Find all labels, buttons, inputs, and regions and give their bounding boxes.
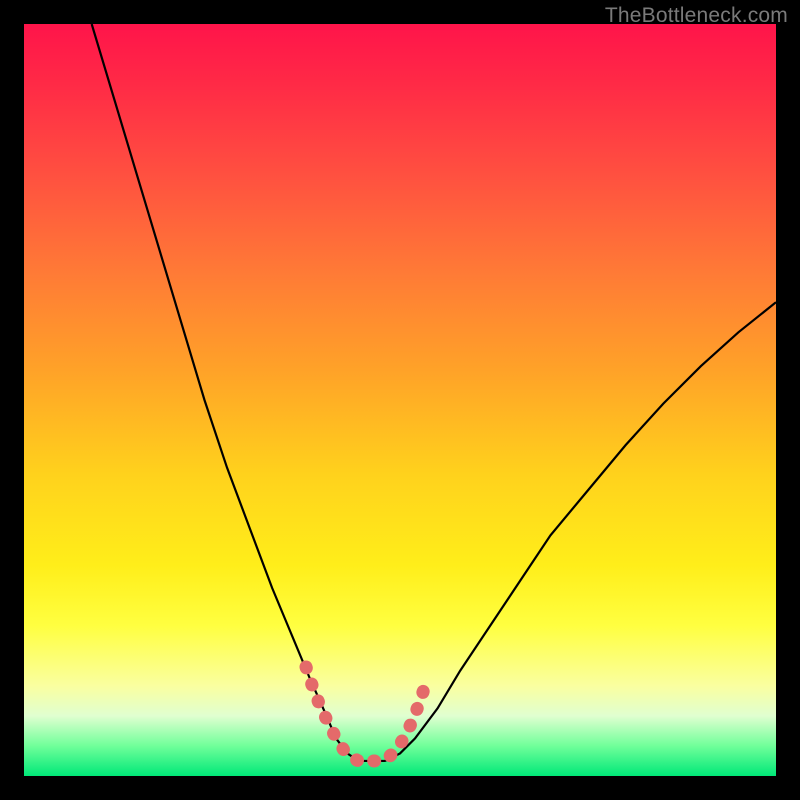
chart-svg (24, 24, 776, 776)
curve-right (370, 302, 776, 761)
pink-overlay-left (306, 667, 366, 761)
chart-plot-area (24, 24, 776, 776)
watermark-text: TheBottleneck.com (605, 4, 788, 28)
curve-left (92, 24, 370, 761)
pink-overlay-right (374, 682, 427, 761)
